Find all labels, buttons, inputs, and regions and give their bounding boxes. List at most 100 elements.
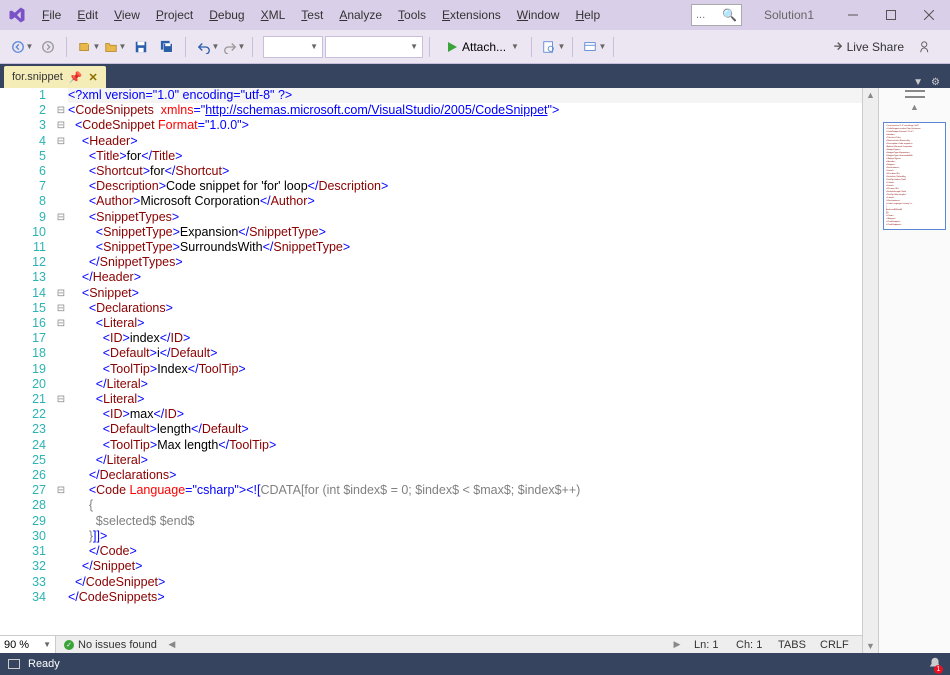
code-line[interactable]: 20 </Literal> bbox=[0, 377, 862, 392]
code-line[interactable]: 21⊟ <Literal> bbox=[0, 392, 862, 407]
code-line[interactable]: 15⊟ <Declarations> bbox=[0, 301, 862, 316]
code-line[interactable]: 16⊟ <Literal> bbox=[0, 316, 862, 331]
live-share-button[interactable]: Live Share bbox=[829, 40, 904, 54]
menu-debug[interactable]: Debug bbox=[201, 4, 252, 26]
hscroll-left-icon[interactable]: ◀ bbox=[165, 639, 179, 650]
code-line[interactable]: 24 <ToolTip>Max length</ToolTip> bbox=[0, 438, 862, 453]
horizontal-scrollbar[interactable] bbox=[185, 640, 664, 650]
code-line[interactable]: 22 <ID>max</ID> bbox=[0, 407, 862, 422]
nav-forward-button[interactable] bbox=[36, 35, 60, 59]
code-line[interactable]: 27⊟ <Code Language="csharp"><![CDATA[for… bbox=[0, 483, 862, 498]
hscroll-right-icon[interactable]: ▶ bbox=[670, 639, 684, 650]
vs-logo-icon[interactable] bbox=[4, 2, 30, 28]
code-line[interactable]: 9⊟ <SnippetTypes> bbox=[0, 210, 862, 225]
minimap[interactable]: ▲ <?xml version="1.0" encoding="utf-8" <… bbox=[878, 88, 950, 653]
menu-file[interactable]: File bbox=[34, 4, 69, 26]
code-line[interactable]: 11 <SnippetType>SurroundsWith</SnippetTy… bbox=[0, 240, 862, 255]
line-ending-mode[interactable]: CRLF bbox=[820, 639, 852, 651]
start-debug-button[interactable]: Attach... ▼ bbox=[440, 35, 525, 59]
fold-toggle[interactable]: ⊟ bbox=[54, 103, 68, 118]
code-line[interactable]: 19 <ToolTip>Index</ToolTip> bbox=[0, 362, 862, 377]
solution-platform-combo[interactable]: ▼ bbox=[325, 36, 423, 58]
menu-help[interactable]: Help bbox=[567, 4, 608, 26]
code-line[interactable]: 10 <SnippetType>Expansion</SnippetType> bbox=[0, 225, 862, 240]
fold-toggle[interactable]: ⊟ bbox=[54, 134, 68, 149]
code-line[interactable]: 3⊟ <CodeSnippet Format="1.0.0"> bbox=[0, 118, 862, 133]
zoom-combo[interactable]: 90 %▼ bbox=[0, 636, 56, 653]
code-line[interactable]: 28 { bbox=[0, 498, 862, 513]
code-line[interactable]: 13 </Header> bbox=[0, 270, 862, 285]
window-management-icon[interactable] bbox=[8, 659, 20, 669]
maximize-button[interactable] bbox=[874, 2, 908, 28]
code-line[interactable]: 32 </Snippet> bbox=[0, 559, 862, 574]
tabstrip-gear-icon[interactable]: ⚙ bbox=[931, 77, 940, 88]
save-button[interactable] bbox=[129, 35, 153, 59]
vscroll-up-icon[interactable]: ▲ bbox=[866, 88, 875, 102]
fold-toggle[interactable]: ⊟ bbox=[54, 210, 68, 225]
menu-extensions[interactable]: Extensions bbox=[434, 4, 509, 26]
code-line[interactable]: 1<?xml version="1.0" encoding="utf-8" ?> bbox=[0, 88, 862, 103]
search-input[interactable] bbox=[696, 9, 722, 21]
menu-xml[interactable]: XML bbox=[253, 4, 294, 26]
code-line[interactable]: 8 <Author>Microsoft Corporation</Author> bbox=[0, 194, 862, 209]
fold-toggle[interactable]: ⊟ bbox=[54, 316, 68, 331]
menu-view[interactable]: View bbox=[106, 4, 148, 26]
thumbtack-icon[interactable]: 📌 bbox=[69, 71, 83, 84]
code-line[interactable]: 12 </SnippetTypes> bbox=[0, 255, 862, 270]
minimap-viewport[interactable]: <?xml version="1.0" encoding="utf-8" <Co… bbox=[883, 122, 946, 230]
new-project-button[interactable]: ▼ bbox=[77, 35, 101, 59]
fold-toggle[interactable]: ⊟ bbox=[54, 118, 68, 133]
line-number: 2 bbox=[0, 103, 54, 118]
code-line[interactable]: 17 <ID>index</ID> bbox=[0, 331, 862, 346]
find-in-files-button[interactable]: ▼ bbox=[542, 35, 566, 59]
menu-test[interactable]: Test bbox=[293, 4, 331, 26]
vscroll-down-icon[interactable]: ▼ bbox=[866, 639, 875, 653]
code-line[interactable]: 29 $selected$ $end$ bbox=[0, 514, 862, 529]
issues-indicator[interactable]: ✓ No issues found bbox=[56, 639, 165, 651]
code-line[interactable]: 26 </Declarations> bbox=[0, 468, 862, 483]
code-line[interactable]: 33 </CodeSnippet> bbox=[0, 575, 862, 590]
menu-window[interactable]: Window bbox=[509, 4, 568, 26]
notifications-button[interactable]: 1 bbox=[928, 656, 942, 673]
code-line[interactable]: 23 <Default>length</Default> bbox=[0, 422, 862, 437]
line-number: 10 bbox=[0, 225, 54, 240]
redo-button[interactable]: ▼ bbox=[222, 35, 246, 59]
tabstrip-dropdown-icon[interactable]: ▼ bbox=[913, 77, 923, 88]
code-editor[interactable]: 1<?xml version="1.0" encoding="utf-8" ?>… bbox=[0, 88, 862, 635]
minimize-button[interactable] bbox=[836, 2, 870, 28]
code-line[interactable]: 7 <Description>Code snippet for 'for' lo… bbox=[0, 179, 862, 194]
document-tab[interactable]: for.snippet 📌 ✕ bbox=[4, 66, 106, 88]
vertical-scrollbar[interactable]: ▲ ▼ bbox=[862, 88, 878, 653]
undo-button[interactable]: ▼ bbox=[196, 35, 220, 59]
nav-back-button[interactable]: ▼ bbox=[10, 35, 34, 59]
code-line[interactable]: 25 </Literal> bbox=[0, 453, 862, 468]
menu-tools[interactable]: Tools bbox=[390, 4, 434, 26]
menu-analyze[interactable]: Analyze bbox=[331, 4, 390, 26]
code-line[interactable]: 2⊟<CodeSnippets xmlns="http://schemas.mi… bbox=[0, 103, 862, 118]
quick-launch[interactable]: 🔍 bbox=[691, 4, 742, 26]
code-line[interactable]: 14⊟ <Snippet> bbox=[0, 286, 862, 301]
indent-mode[interactable]: TABS bbox=[778, 639, 810, 651]
code-line[interactable]: 31 </Code> bbox=[0, 544, 862, 559]
minimap-up-icon[interactable]: ▲ bbox=[910, 102, 919, 112]
menu-project[interactable]: Project bbox=[148, 4, 201, 26]
splitter-handle-icon[interactable] bbox=[905, 90, 925, 98]
fold-toggle[interactable]: ⊟ bbox=[54, 301, 68, 316]
code-line[interactable]: 5 <Title>for</Title> bbox=[0, 149, 862, 164]
fold-toggle[interactable]: ⊟ bbox=[54, 483, 68, 498]
code-line[interactable]: 18 <Default>i</Default> bbox=[0, 346, 862, 361]
close-button[interactable] bbox=[912, 2, 946, 28]
save-all-button[interactable] bbox=[155, 35, 179, 59]
fold-toggle[interactable]: ⊟ bbox=[54, 392, 68, 407]
open-file-button[interactable]: ▼ bbox=[103, 35, 127, 59]
fold-toggle[interactable]: ⊟ bbox=[54, 286, 68, 301]
code-line[interactable]: 30 }]]> bbox=[0, 529, 862, 544]
feedback-icon[interactable] bbox=[914, 35, 938, 59]
code-line[interactable]: 34</CodeSnippets> bbox=[0, 590, 862, 605]
code-line[interactable]: 6 <Shortcut>for</Shortcut> bbox=[0, 164, 862, 179]
code-line[interactable]: 4⊟ <Header> bbox=[0, 134, 862, 149]
solution-config-combo[interactable]: ▼ bbox=[263, 36, 323, 58]
menu-edit[interactable]: Edit bbox=[69, 4, 106, 26]
close-tab-icon[interactable]: ✕ bbox=[88, 71, 97, 84]
browser-link-button[interactable]: ▼ bbox=[583, 35, 607, 59]
